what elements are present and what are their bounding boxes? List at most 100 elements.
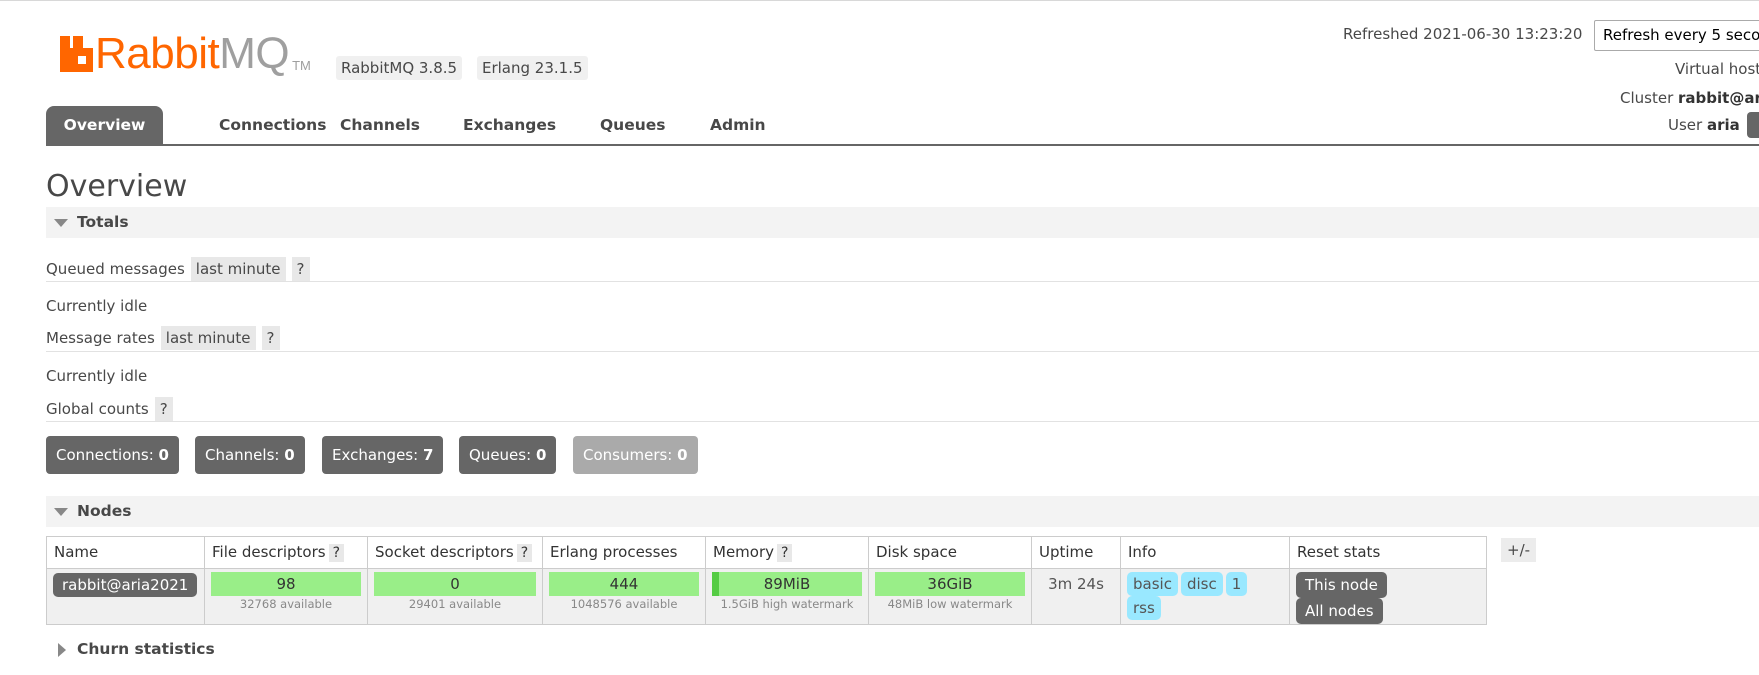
col-erlang-processes: Erlang processes (542, 536, 706, 569)
message-rates-row: Message rates last minute ? (46, 326, 280, 350)
queued-messages-label: Queued messages (46, 260, 185, 278)
churn-section-toggle[interactable]: Churn statistics (46, 634, 1759, 665)
memory-help-button[interactable]: ? (777, 544, 793, 562)
col-name: Name (46, 536, 205, 569)
erlang-processes-available: 1048576 available (570, 597, 678, 611)
memory-bar-fill (712, 572, 719, 596)
tab-overview[interactable]: Overview (46, 106, 163, 146)
connections-count-value: 0 (158, 446, 169, 464)
reset-stats-cell: This nodeAll nodes (1289, 568, 1487, 625)
churn-heading: Churn statistics (77, 640, 215, 658)
tab-admin[interactable]: Admin (710, 106, 766, 146)
main-tabs: Overview Connections Channels Exchanges … (46, 106, 1759, 146)
disk-space-cell: 36GiB 48MiB low watermark (868, 568, 1032, 625)
info-badge-count: 1 (1225, 572, 1248, 596)
queued-range-selector[interactable]: last minute (190, 257, 286, 281)
table-row: rabbit@aria2021 98 32768 available 0 294… (46, 568, 1487, 625)
socket-descriptors-available: 29401 available (408, 597, 502, 611)
consumers-count-label: Consumers: (583, 446, 673, 464)
col-reset-stats-label: Reset stats (1297, 543, 1381, 561)
col-uptime: Uptime (1031, 536, 1121, 569)
col-disk-space: Disk space (868, 536, 1032, 569)
collapse-triangle-icon (54, 219, 68, 227)
queued-idle-text: Currently idle (46, 297, 148, 315)
memory-watermark: 1.5GiB high watermark (720, 597, 854, 611)
disk-space-watermark: 48MiB low watermark (887, 597, 1013, 611)
totals-section-toggle[interactable]: Totals (46, 207, 1759, 238)
table-header-row: Name File descriptors? Socket descriptor… (46, 536, 1487, 569)
logo-text-mq: MQ (219, 29, 290, 78)
col-file-descriptors: File descriptors? (204, 536, 368, 569)
totals-heading: Totals (77, 213, 129, 231)
refresh-interval-select[interactable]: Refresh every 5 seco (1594, 20, 1759, 51)
nodes-heading: Nodes (77, 502, 132, 520)
erlang-processes-bar: 444 (549, 572, 699, 596)
tab-exchanges[interactable]: Exchanges (463, 106, 556, 146)
col-info: Info (1120, 536, 1290, 569)
erlang-version-badge: Erlang 23.1.5 (477, 56, 588, 80)
col-file-descriptors-label: File descriptors (212, 543, 326, 561)
info-badge-rss: rss (1127, 596, 1161, 620)
rates-help-button[interactable]: ? (261, 326, 280, 350)
exchanges-count-button[interactable]: Exchanges: 7 (322, 436, 444, 474)
col-reset-stats: Reset stats (1289, 536, 1487, 569)
reset-this-node-button[interactable]: This node (1296, 572, 1387, 598)
exchanges-count-value: 7 (422, 446, 434, 464)
page-title: Overview (46, 169, 188, 204)
toggle-columns-button[interactable]: +/- (1501, 538, 1537, 562)
channels-count-button[interactable]: Channels: 0 (195, 436, 305, 474)
global-counts-label: Global counts (46, 400, 149, 418)
rabbit-logo-icon (60, 36, 93, 72)
socket-descriptors-cell: 0 29401 available (367, 568, 543, 625)
queues-count-button[interactable]: Queues: 0 (459, 436, 557, 474)
queued-help-button[interactable]: ? (291, 257, 310, 281)
rates-idle-text: Currently idle (46, 367, 148, 385)
file-descriptors-cell: 98 32768 available (204, 568, 368, 625)
erlang-processes-cell: 444 1048576 available (542, 568, 706, 625)
col-memory-label: Memory (713, 543, 775, 561)
tab-connections[interactable]: Connections (219, 106, 326, 146)
reset-all-nodes-button[interactable]: All nodes (1296, 598, 1383, 624)
uptime-value: 3m 24s (1048, 575, 1104, 593)
node-name-link[interactable]: rabbit@aria2021 (53, 573, 198, 597)
file-descriptors-bar: 98 (211, 572, 361, 596)
cluster-label: Cluster (1620, 89, 1674, 107)
consumers-count-badge: Consumers: 0 (573, 436, 698, 474)
refreshed-timestamp: Refreshed 2021-06-30 13:23:20 (1343, 25, 1583, 43)
cluster-info: Cluster rabbit@ar (1620, 89, 1759, 107)
connections-count-button[interactable]: Connections: 0 (46, 436, 179, 474)
global-counts-help-button[interactable]: ? (154, 397, 173, 421)
info-badge-disc: disc (1180, 572, 1223, 596)
divider (46, 281, 1759, 282)
tab-channels[interactable]: Channels (340, 106, 420, 146)
connections-count-label: Connections: (56, 446, 154, 464)
col-name-label: Name (54, 543, 99, 561)
socket-descriptors-help-button[interactable]: ? (516, 544, 533, 562)
queues-count-label: Queues: (469, 446, 532, 464)
col-uptime-label: Uptime (1039, 543, 1094, 561)
rates-range-selector[interactable]: last minute (160, 326, 256, 350)
tab-queues[interactable]: Queues (600, 106, 666, 146)
queues-count-value: 0 (535, 446, 547, 464)
col-socket-descriptors-label: Socket descriptors (375, 543, 514, 561)
col-memory: Memory? (705, 536, 869, 569)
expand-triangle-icon (58, 643, 66, 657)
virtual-host-label: Virtual host (1675, 60, 1759, 78)
file-descriptors-help-button[interactable]: ? (328, 544, 345, 562)
nodes-section-toggle[interactable]: Nodes (46, 496, 1759, 527)
divider (46, 421, 1759, 422)
socket-descriptors-bar: 0 (374, 572, 536, 596)
rabbitmq-version-badge: RabbitMQ 3.8.5 (336, 56, 463, 80)
exchanges-count-label: Exchanges: (332, 446, 419, 464)
logo-trademark: TM (292, 58, 311, 73)
cluster-name: rabbit@ar (1678, 89, 1759, 107)
disk-space-bar: 36GiB (875, 572, 1025, 596)
memory-cell: 89MiB 1.5GiB high watermark (705, 568, 869, 625)
node-name-cell: rabbit@aria2021 (46, 568, 205, 625)
divider (46, 351, 1759, 352)
col-info-label: Info (1128, 543, 1157, 561)
info-cell: basic disc 1 rss (1120, 568, 1290, 625)
global-counts-row: Global counts ? (46, 397, 173, 421)
rabbitmq-logo[interactable]: Rabbit MQ TM (60, 31, 311, 77)
queued-messages-row: Queued messages last minute ? (46, 257, 310, 281)
